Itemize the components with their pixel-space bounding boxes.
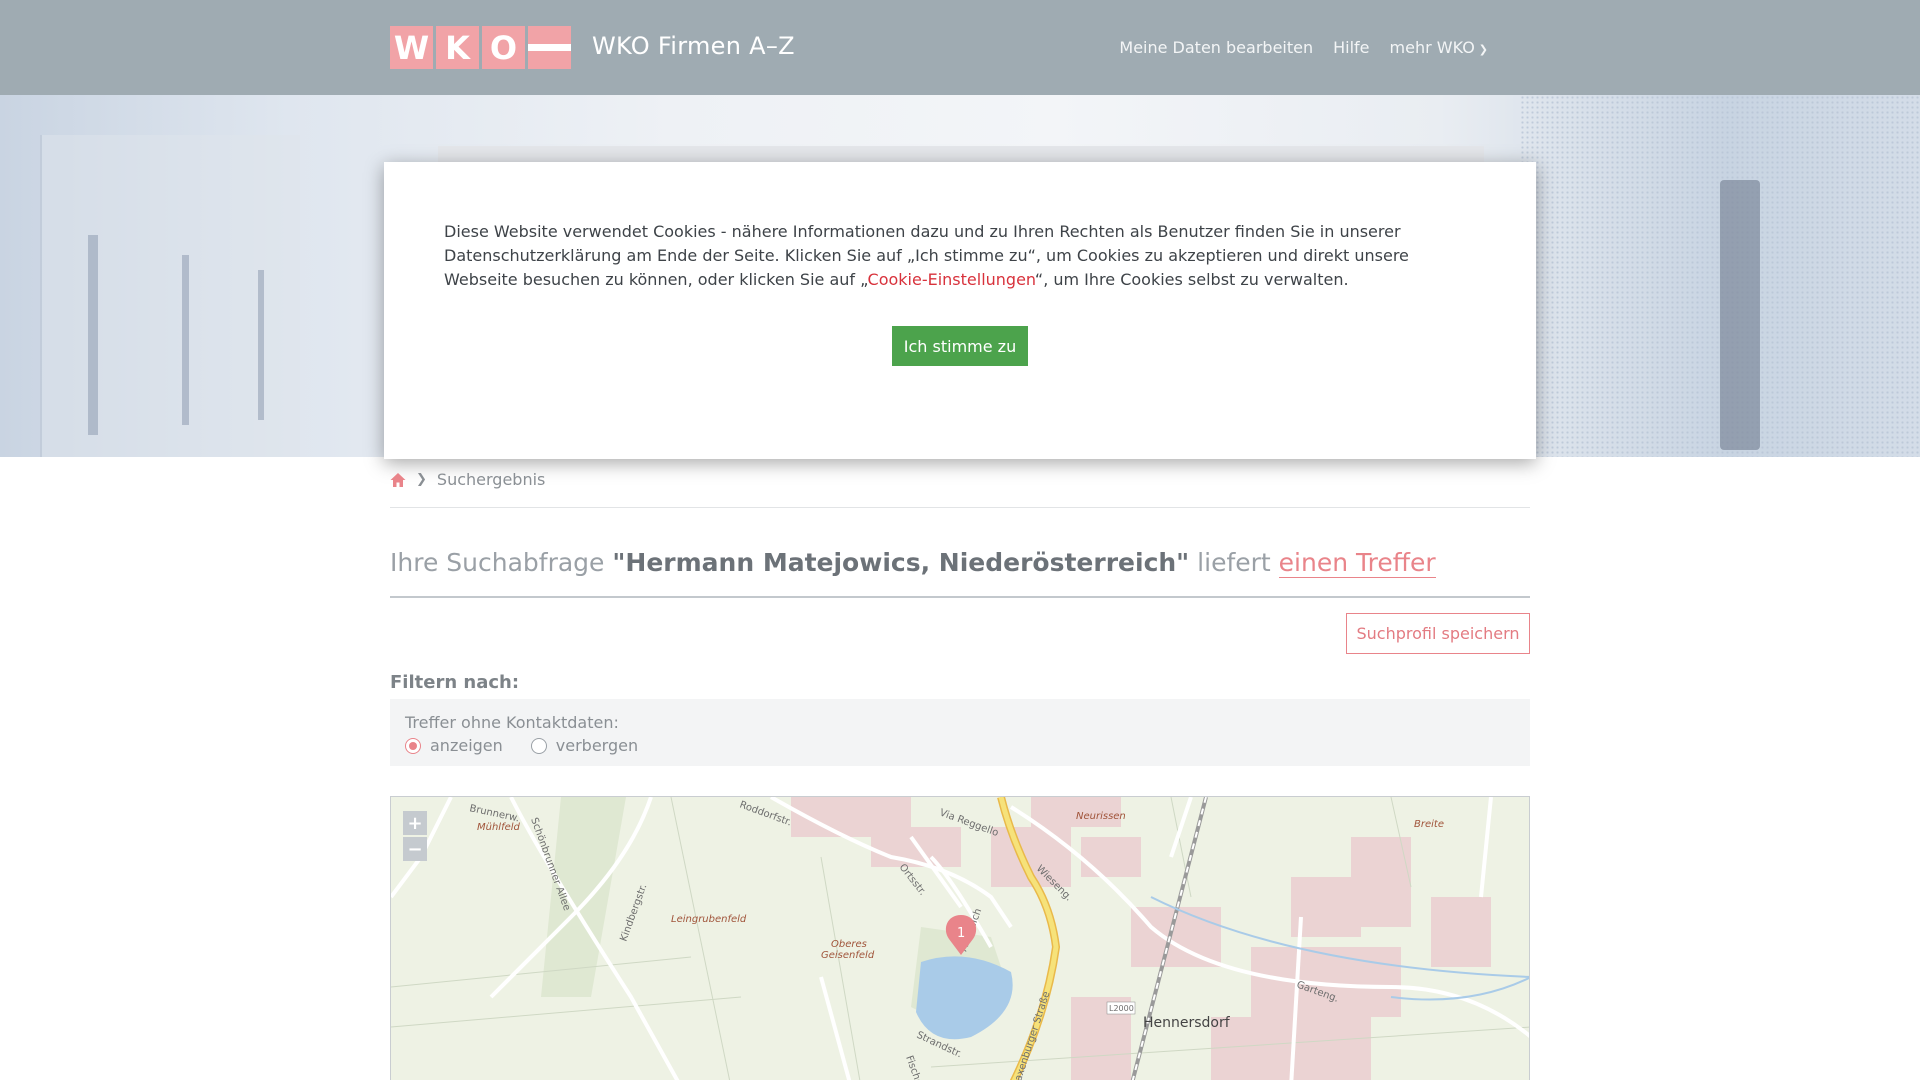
map-canvas: Brunnerw. Mühlfeld Roddorfstr. Schönbrun… (391, 797, 1529, 1080)
cookie-settings-link[interactable]: Cookie-Einstellungen (868, 270, 1035, 289)
map-lake (916, 956, 1013, 1040)
result-hits-link[interactable]: einen Treffer (1278, 548, 1436, 578)
map-label: Breite (1414, 819, 1444, 830)
chevron-down-icon: ❯ (1478, 43, 1488, 56)
home-icon[interactable] (390, 472, 406, 488)
result-prefix: Ihre Suchabfrage (390, 548, 605, 577)
nav-more-wko[interactable]: mehr WKO ❯ (1390, 38, 1488, 57)
nav-edit-data[interactable]: Meine Daten bearbeiten (1119, 38, 1313, 57)
map-label: Ortsstr. (897, 862, 928, 898)
breadcrumb: ❯ Suchergebnis (390, 470, 545, 489)
map-label: Leingrubenfeld (671, 914, 747, 925)
site-header: W K O WKO Firmen A–Z Meine Daten bearbei… (0, 0, 1920, 95)
zoom-in-button[interactable]: + (403, 811, 427, 835)
chevron-right-icon: ❯ (416, 472, 427, 487)
filter-box: Treffer ohne Kontaktdaten: anzeigen verb… (390, 699, 1530, 766)
logo-letter-w: W (390, 26, 433, 69)
logo-letter-o: O (482, 26, 525, 69)
radio-show-label: anzeigen (430, 736, 503, 755)
zoom-out-button[interactable]: − (403, 837, 427, 861)
radio-show[interactable]: anzeigen (405, 736, 503, 755)
map-marker-label: 1 (957, 926, 965, 941)
map-label: Laxenburger Straße (1011, 990, 1052, 1080)
cookie-consent-dialog: Diese Website verwendet Cookies - nähere… (384, 162, 1536, 459)
result-query: "Hermann Matejowics, Niederösterreich" (612, 548, 1190, 577)
cookie-text-after: “, um Ihre Cookies selbst zu verwalten. (1034, 270, 1349, 289)
hero-post (88, 235, 98, 435)
result-middle: liefert (1197, 548, 1271, 577)
breadcrumb-divider (390, 507, 1530, 508)
wko-logo[interactable]: W K O (390, 26, 571, 69)
site-title[interactable]: WKO Firmen A–Z (592, 32, 795, 60)
nav-more-label: mehr WKO (1389, 38, 1475, 57)
breadcrumb-current: Suchergebnis (436, 470, 546, 489)
map-zoom-controls: + − (403, 811, 427, 861)
map-label: Oberes (831, 939, 867, 950)
save-search-profile-button[interactable]: Suchprofil speichern (1346, 613, 1530, 654)
results-map[interactable]: Brunnerw. Mühlfeld Roddorfstr. Schönbrun… (390, 796, 1530, 1080)
hero-post (182, 255, 189, 425)
radio-show-circle[interactable] (405, 737, 421, 754)
map-label: Neurissen (1076, 811, 1126, 822)
logo-bars-icon (528, 26, 571, 69)
radio-hide-label: verbergen (555, 736, 639, 755)
radio-hide[interactable]: verbergen (530, 736, 639, 755)
map-label: Kindbergstr. (618, 883, 649, 943)
top-navigation: Meine Daten bearbeiten Hilfe mehr WKO ❯ (1119, 38, 1488, 57)
map-label: L2000 (1109, 1004, 1134, 1013)
map-built-area (791, 797, 1491, 1080)
cookie-consent-text: Diese Website verwendet Cookies - nähere… (444, 220, 1476, 292)
logo-letter-k: K (436, 26, 479, 69)
result-title: Ihre Suchabfrage "Hermann Matejowics, Ni… (390, 548, 1436, 578)
map-label: Geisenfeld (821, 950, 875, 961)
hero-post (258, 270, 264, 420)
filter-heading: Filtern nach: (390, 672, 520, 693)
radio-hide-circle[interactable] (530, 737, 547, 754)
map-label: Fischer (903, 1054, 926, 1080)
nav-help[interactable]: Hilfe (1333, 38, 1369, 57)
filter-label: Treffer ohne Kontaktdaten: (405, 713, 619, 732)
cookie-agree-button[interactable]: Ich stimme zu (892, 326, 1028, 366)
filter-radio-group: anzeigen verbergen (405, 736, 1515, 755)
map-label: Mühlfeld (477, 822, 521, 833)
map-label: Hennersdorf (1143, 1015, 1231, 1031)
hero-handle (1720, 180, 1760, 450)
title-divider (390, 596, 1530, 598)
